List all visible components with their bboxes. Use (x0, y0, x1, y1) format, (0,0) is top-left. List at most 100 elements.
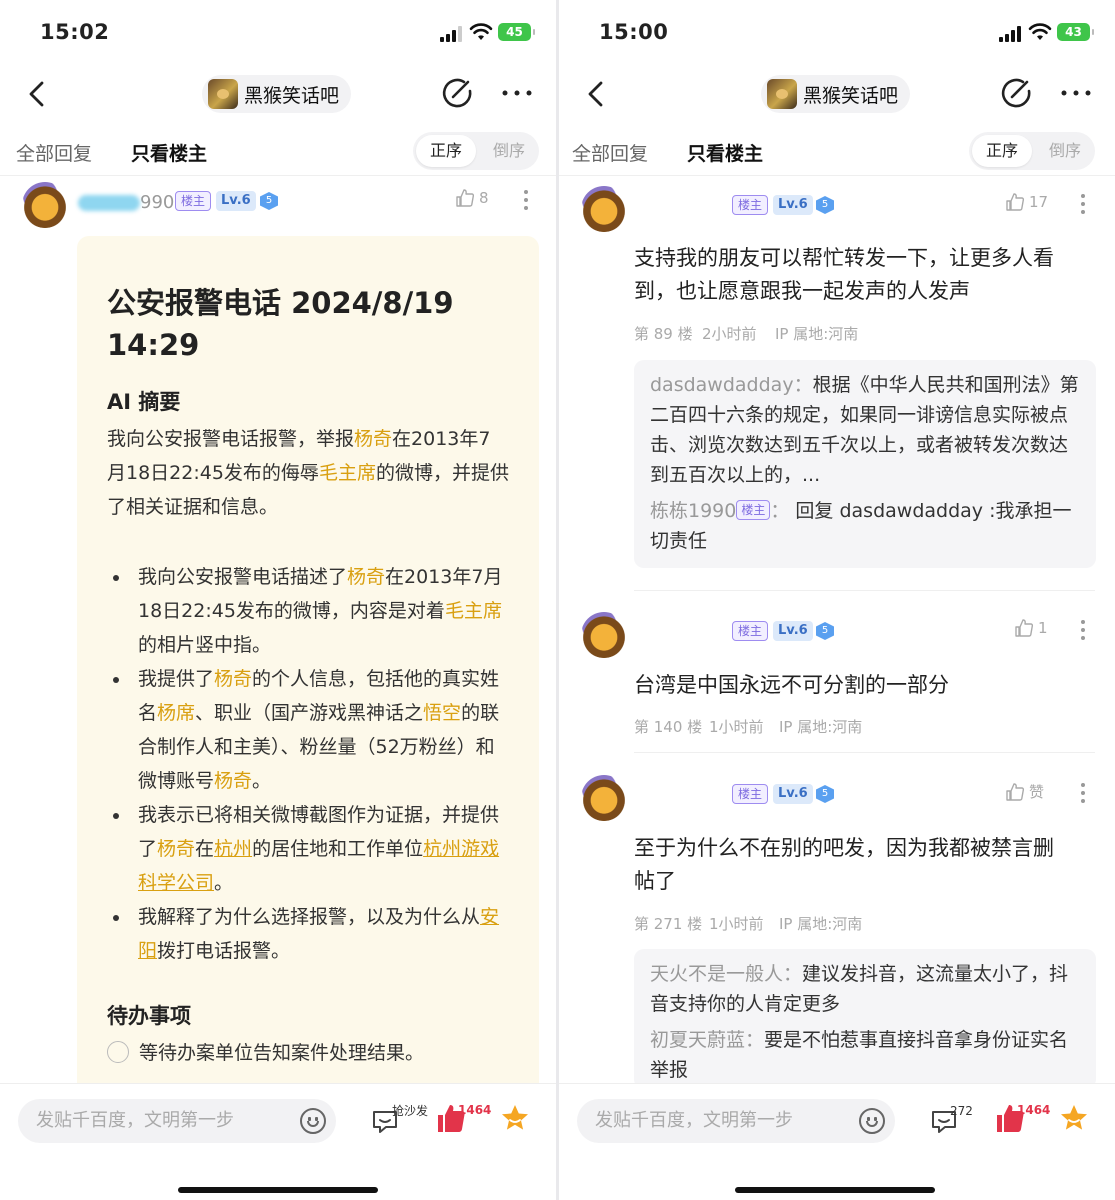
like-count: 赞 (1029, 783, 1045, 801)
forum-avatar (208, 79, 238, 109)
thumb-up-icon (456, 189, 475, 207)
battery-icon: 45 (498, 23, 535, 41)
back-icon[interactable] (581, 78, 613, 110)
emoji-icon[interactable] (859, 1108, 885, 1134)
like-button[interactable]: 1 (1014, 618, 1048, 638)
sofa-label: 抢沙发 (392, 1104, 429, 1118)
forum-name: 黑猴笑话吧 (244, 84, 340, 107)
right-screenshot: 15:00 43 黑猴笑话吧 全部回复 只看楼主 正序 倒序 楼主 Lv.6 5… (559, 0, 1115, 1200)
bullet-item: 我表示已将相关微博截图作为证据，并提供了杨奇在杭州的居住地和工作单位杭州游戏科学… (107, 798, 509, 900)
divider (634, 590, 1095, 591)
avatar[interactable] (22, 182, 68, 228)
post-text: 支持我的朋友可以帮忙转发一下，让更多人看到，也让愿意跟我一起发声的人发声 (634, 246, 1054, 303)
forum-pill[interactable]: 黑猴笑话吧 (761, 75, 911, 113)
signal-icon (440, 26, 462, 42)
level-badge: Lv.6 (773, 621, 813, 641)
thumb-up-icon (1015, 619, 1034, 637)
reply-item: dasdawdadday：根据《中华人民共和国刑法》第二百四十六条的规定，如果同… (650, 374, 1079, 486)
reply-preview[interactable]: dasdawdadday：根据《中华人民共和国刑法》第二百四十六条的规定，如果同… (634, 360, 1096, 568)
avatar[interactable] (581, 186, 627, 232)
summary-text: 我向公安报警电话报警，举报杨奇在2013年7月18日22:45发布的侮辱毛主席的… (107, 428, 509, 518)
order-asc[interactable]: 正序 (972, 135, 1032, 167)
reply-input[interactable]: 发贴千百度，文明第一步 (577, 1099, 895, 1143)
status-bar: 15:02 45 (0, 0, 556, 64)
like-button[interactable]: 17 (1005, 192, 1048, 212)
favorite-star-icon[interactable] (500, 1103, 530, 1133)
tab-op-only[interactable]: 只看楼主 (687, 139, 763, 166)
reply-preview[interactable]: 天火不是一般人：建议发抖音，这流量太小了，抖音支持你的人肯定更多 初夏天蔚蓝：要… (634, 949, 1096, 1089)
reply-item: 天火不是一般人：建议发抖音，这流量太小了，抖音支持你的人肯定更多 (650, 963, 1069, 1015)
divider (634, 752, 1095, 753)
status-time: 15:00 (599, 20, 669, 44)
home-indicator (178, 1187, 378, 1193)
share-icon[interactable] (440, 76, 474, 110)
post-text: 台湾是中国永远不可分割的一部分 (634, 673, 949, 697)
post-more-icon[interactable] (1079, 194, 1087, 218)
thumb-up-icon (1006, 193, 1025, 211)
like-button[interactable]: 8 (455, 188, 489, 208)
vip-badge: 5 (816, 196, 834, 214)
avatar[interactable] (581, 775, 627, 821)
like-count: 1 (1038, 619, 1048, 637)
lz-badge: 楼主 (175, 191, 212, 211)
lz-badge: 楼主 (732, 784, 769, 804)
bullet-item: 我解释了为什么选择报警，以及为什么从安阳拨打电话报警。 (107, 900, 509, 968)
reply-tabs: 全部回复 只看楼主 正序 倒序 (559, 128, 1115, 176)
battery-icon: 43 (1057, 23, 1094, 41)
more-icon[interactable] (500, 78, 534, 108)
like-total: 1464 (458, 1103, 492, 1117)
post-time: 1小时前 (709, 718, 764, 736)
reply-item: 栋栋1990 楼主： 回复 dasdawdadday :我承担一切责任 (650, 500, 1072, 552)
like-button[interactable]: 赞 (1005, 781, 1044, 802)
back-icon[interactable] (22, 78, 54, 110)
floor-number: 第 271 楼 (634, 915, 703, 933)
post-more-icon[interactable] (522, 190, 530, 214)
forum-avatar (767, 79, 797, 109)
wifi-icon (469, 23, 493, 40)
report-card: 公安报警电话 2024/8/19 14:29 AI 摘要 我向公安报警电话报警，… (77, 236, 539, 1096)
left-screenshot: 15:02 45 黑猴笑话吧 全部回复 只看楼主 正序 倒序 990 楼主 Lv… (0, 0, 556, 1200)
like-total: 1464 (1017, 1103, 1051, 1117)
post-time: 1小时前 (709, 915, 764, 933)
order-desc[interactable]: 倒序 (1035, 132, 1095, 170)
nav-bar: 黑猴笑话吧 (0, 64, 556, 124)
username-redacted (78, 195, 140, 211)
ip-location: IP 属地:河南 (779, 718, 863, 736)
floor-number: 第 89 楼 (634, 325, 693, 343)
reply-input[interactable]: 发贴千百度，文明第一步 (18, 1099, 336, 1143)
level-badge: Lv.6 (216, 191, 256, 211)
post-time: 2小时前 (702, 325, 757, 343)
tab-op-only[interactable]: 只看楼主 (131, 139, 207, 166)
summary-bullets: 我向公安报警电话描述了杨奇在2013年7月18日22:45发布的微博，内容是对着… (107, 560, 509, 968)
avatar[interactable] (581, 612, 627, 658)
forum-pill[interactable]: 黑猴笑话吧 (202, 75, 352, 113)
nav-bar: 黑猴笑话吧 (559, 64, 1115, 124)
status-time: 15:02 (40, 20, 110, 44)
tab-all-replies[interactable]: 全部回复 (572, 139, 648, 166)
card-title: 公安报警电话 2024/8/19 14:29 (107, 286, 454, 362)
home-indicator (735, 1187, 935, 1193)
lz-badge: 楼主 (732, 621, 769, 641)
more-icon[interactable] (1059, 78, 1093, 108)
level-badge: Lv.6 (773, 195, 813, 215)
todo-item: 等待办案单位告知案件处理结果。 (107, 1038, 509, 1065)
todo-checkbox[interactable] (107, 1040, 129, 1063)
share-icon[interactable] (999, 76, 1033, 110)
post-header: 楼主 Lv.6 5 1 (559, 612, 1115, 662)
order-desc[interactable]: 倒序 (479, 132, 539, 170)
favorite-star-icon[interactable] (1059, 1103, 1089, 1133)
post-more-icon[interactable] (1079, 783, 1087, 807)
post-header: 楼主 Lv.6 5 赞 (559, 775, 1115, 825)
like-count: 17 (1029, 193, 1049, 211)
post-header: 990 楼主 Lv.6 5 8 (0, 182, 556, 232)
emoji-icon[interactable] (300, 1108, 326, 1134)
post-text: 至于为什么不在别的吧发，因为我都被禁言删帖了 (634, 836, 1054, 893)
tab-all-replies[interactable]: 全部回复 (16, 139, 92, 166)
summary-heading: AI 摘要 (107, 390, 181, 414)
vip-badge: 5 (816, 785, 834, 803)
comment-count: 272 (950, 1104, 973, 1118)
order-asc[interactable]: 正序 (416, 135, 476, 167)
post-more-icon[interactable] (1079, 620, 1087, 644)
username[interactable]: 990 (78, 192, 174, 213)
bullet-item: 我向公安报警电话描述了杨奇在2013年7月18日22:45发布的微博，内容是对着… (107, 560, 509, 662)
